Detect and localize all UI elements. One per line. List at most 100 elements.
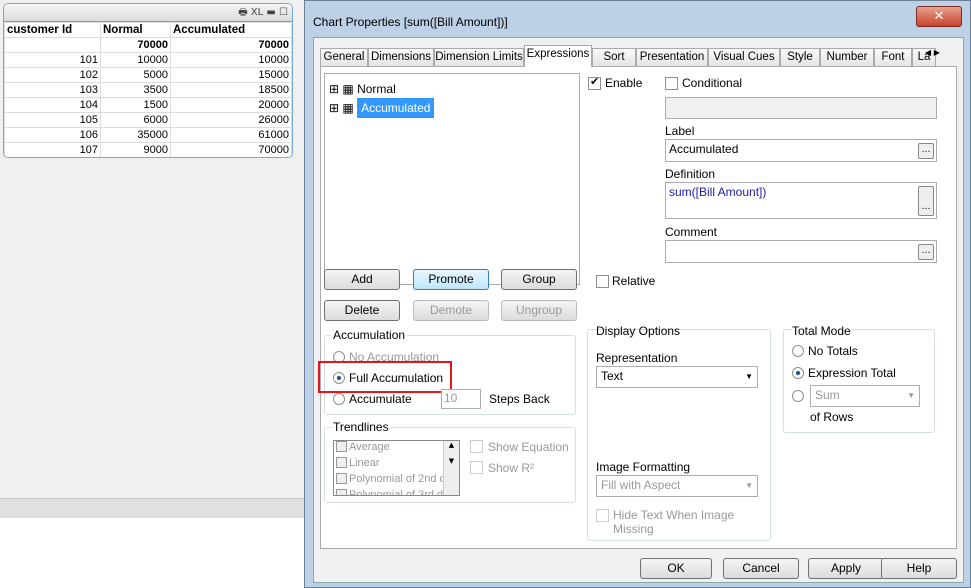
ok-button[interactable]: OK (640, 558, 712, 579)
table-cell: 20000 (169, 97, 292, 113)
table-cell: 35000 (100, 127, 171, 143)
tab-dimensions[interactable]: Dimensions (368, 48, 434, 66)
enable-checkbox[interactable]: ✔ (588, 75, 601, 90)
tree-item-label: Accumulated (357, 98, 435, 118)
table-cell: 103 (4, 82, 101, 98)
relative-label: Relative (612, 274, 656, 288)
image-formatting-label: Image Formatting (596, 460, 691, 474)
group-label: Display Options (596, 324, 681, 338)
trendline-item[interactable]: Linear (334, 457, 459, 473)
tab-font[interactable]: Font (874, 48, 912, 66)
table-cell: 15000 (169, 67, 292, 83)
tab-general[interactable]: General (320, 48, 368, 66)
trendlines-list[interactable]: Average Linear Polynomial of 2nd d Polynomi… (333, 440, 460, 496)
label-edit-button[interactable]: … (918, 143, 934, 159)
definition-edit-button[interactable]: … (918, 186, 934, 216)
steps-back-input[interactable]: 10 (441, 389, 481, 409)
trendline-label: Average (349, 441, 390, 453)
comment-input[interactable] (665, 240, 937, 263)
radio-label: Expression Total (808, 366, 896, 380)
relative-checkbox[interactable] (596, 275, 609, 288)
hide-text-checkbox[interactable] (596, 509, 609, 522)
trendline-label: Linear (349, 457, 380, 469)
tab-visual-cues[interactable]: Visual Cues (708, 48, 780, 66)
help-button[interactable]: Help (881, 558, 957, 579)
table-toolbar[interactable]: 🖶 XL ▬ ☐ (4, 4, 292, 22)
checkbox-label: Hide Text When Image Missing (613, 508, 735, 536)
show-equation-checkbox[interactable] (470, 440, 483, 453)
group-button[interactable]: Group (501, 269, 577, 290)
definition-caption: Definition (665, 167, 716, 181)
checkbox-label: Show R² (488, 461, 535, 475)
tree-item-label: Normal (357, 82, 396, 96)
ungroup-button[interactable]: Ungroup (501, 300, 577, 321)
table-cell: Accumulated (169, 22, 292, 38)
conditional-checkbox[interactable] (665, 77, 678, 90)
apply-button[interactable]: Apply (808, 558, 884, 579)
condition-input[interactable] (665, 97, 937, 119)
table-row: 106 35000 61000 (4, 127, 292, 143)
tab-style[interactable]: Style (780, 48, 820, 66)
table-cell: 10000 (100, 52, 171, 68)
table-cell: Normal (100, 22, 171, 38)
select-value: Sum (815, 388, 840, 402)
expressions-panel: ⊞ ▦ Normal ⊞ ▦ Accumulated Add Promote G… (318, 66, 957, 549)
checkbox[interactable] (336, 473, 347, 484)
add-button[interactable]: Add (324, 269, 400, 290)
table-header-row: customer Id Normal Accumulated (4, 22, 292, 38)
tab-dimension-limits[interactable]: Dimension Limits (434, 48, 524, 66)
aggregation-select[interactable]: Sum ▼ (810, 385, 920, 407)
image-formatting-select[interactable]: Fill with Aspect ▼ (596, 475, 758, 497)
straight-table: 🖶 XL ▬ ☐ customer Id Normal Accumulated 700… (3, 3, 293, 158)
table-cell: 6000 (100, 112, 171, 128)
checkbox-label: Show Equation (488, 440, 569, 454)
tab-number[interactable]: Number (820, 48, 874, 66)
promote-button[interactable]: Promote (413, 269, 489, 290)
label-caption: Label (665, 124, 695, 138)
select-value: Text (601, 369, 624, 383)
trendline-item[interactable]: Average (334, 441, 459, 457)
tree-item-accumulated[interactable]: ⊞ ▦ Accumulated (329, 98, 435, 118)
show-r2-checkbox[interactable] (470, 461, 483, 474)
cancel-button[interactable]: Cancel (723, 558, 799, 579)
trendline-label: Polynomial of 3rd d (349, 489, 444, 496)
table-cell: 3500 (100, 82, 171, 98)
horizontal-scrollbar[interactable] (0, 498, 304, 518)
table-cell: 26000 (169, 112, 292, 128)
table-cell: 107 (4, 142, 101, 157)
checkbox[interactable] (336, 489, 347, 495)
trendline-item[interactable]: Polynomial of 2nd d (334, 473, 459, 489)
representation-select[interactable]: Text ▼ (596, 366, 758, 388)
dialog-title: Chart Properties [sum([Bill Amount])] (313, 15, 508, 29)
label-input[interactable]: Accumulated (665, 139, 937, 162)
checkbox[interactable] (336, 457, 347, 468)
of-rows-label: of Rows (810, 410, 854, 424)
table-cell: 10000 (169, 52, 292, 68)
checkbox[interactable] (336, 441, 347, 452)
table-totals-row: 70000 70000 (4, 37, 292, 53)
expression-total-radio[interactable] (792, 367, 804, 379)
sum-of-rows-radio[interactable] (792, 390, 804, 402)
group-label: Accumulation (331, 328, 408, 342)
close-button[interactable]: ✕ (916, 6, 962, 27)
tab-expressions[interactable]: Expressions (524, 45, 592, 67)
representation-label: Representation (596, 351, 678, 365)
table-cell: 61000 (169, 127, 292, 143)
tab-presentation[interactable]: Presentation (636, 48, 708, 66)
table-cell: 101 (4, 52, 101, 68)
table-row: 101 10000 10000 (4, 52, 292, 68)
trendline-item[interactable]: Polynomial of 3rd d (334, 489, 459, 496)
tab-scroll-arrows[interactable]: ◀ ▶ (925, 48, 955, 62)
definition-input[interactable]: sum([Bill Amount]) (665, 182, 937, 219)
demote-button[interactable]: Demote (413, 300, 489, 321)
comment-edit-button[interactable]: … (918, 244, 934, 260)
tree-item-normal[interactable]: ⊞ ▦ Normal (329, 82, 396, 96)
trendline-label: Polynomial of 2nd d (349, 473, 446, 485)
table-row: 107 9000 70000 (4, 142, 292, 157)
no-totals-radio[interactable] (792, 345, 804, 357)
tab-sort[interactable]: Sort (592, 48, 636, 66)
conditional-label: Conditional (682, 76, 743, 90)
delete-button[interactable]: Delete (324, 300, 400, 321)
accumulate-radio[interactable] (333, 393, 345, 405)
list-scrollbar[interactable]: ▲ ▼ (443, 441, 459, 495)
